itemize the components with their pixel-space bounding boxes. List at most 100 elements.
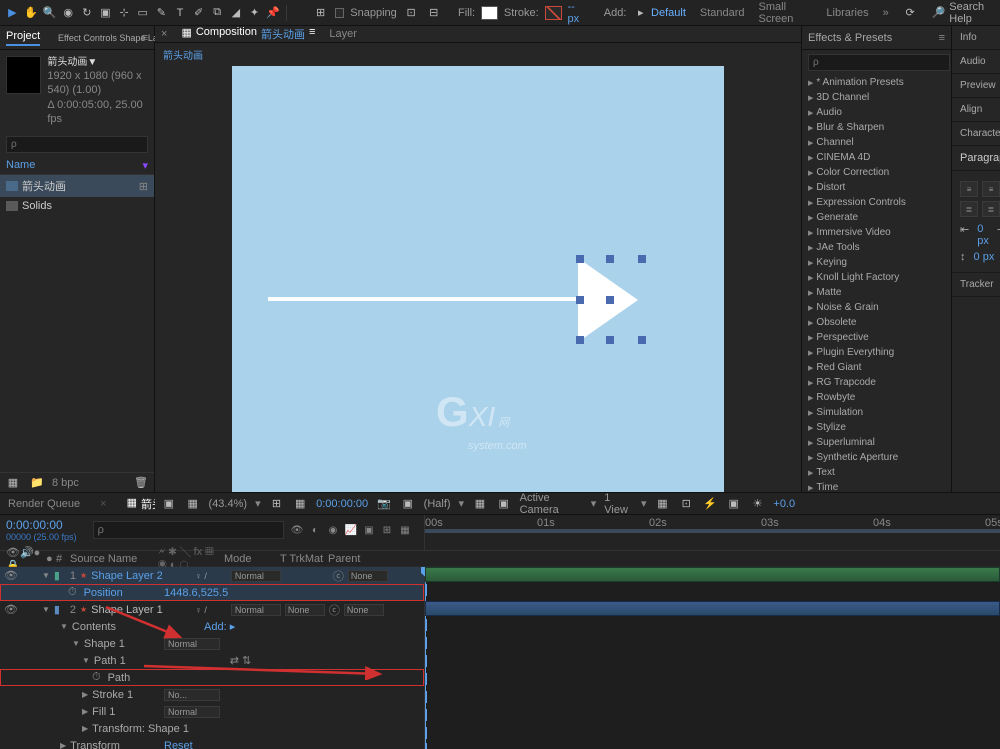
parent-select[interactable]: None bbox=[348, 570, 388, 582]
project-item-folder[interactable]: Solids bbox=[0, 197, 154, 215]
section-character[interactable]: Character bbox=[952, 122, 1000, 146]
clone-tool-icon[interactable]: ⧉ bbox=[209, 4, 226, 22]
view-value[interactable]: 1 View bbox=[604, 492, 633, 516]
add-button[interactable]: Add: ▸ bbox=[204, 620, 235, 633]
timecode-value[interactable]: 0:00:00:00 bbox=[316, 498, 368, 510]
twirl-icon[interactable]: ▶ bbox=[60, 741, 66, 749]
stopwatch-icon[interactable]: ⏱ bbox=[92, 671, 101, 684]
effect-category[interactable]: ▶Noise & Grain bbox=[802, 300, 951, 315]
graph-icon[interactable]: 📈 bbox=[344, 523, 358, 537]
zoom-tool-icon[interactable]: 🔍 bbox=[41, 4, 58, 22]
justify-center-icon[interactable]: ≣ bbox=[960, 201, 978, 217]
effect-category[interactable]: ▶Red Giant bbox=[802, 360, 951, 375]
section-info[interactable]: Info bbox=[952, 26, 1000, 50]
workspace-default[interactable]: Default bbox=[651, 7, 686, 19]
track-keyframe[interactable] bbox=[425, 673, 427, 685]
rotate-tool-icon[interactable]: ↻ bbox=[79, 4, 96, 22]
section-paragraph[interactable]: Paragraph ≡ bbox=[952, 146, 1000, 171]
effect-category[interactable]: ▶Superluminal bbox=[802, 435, 951, 450]
snap-opt2-icon[interactable]: ⊟ bbox=[425, 4, 442, 22]
effect-category[interactable]: ▶Expression Controls bbox=[802, 195, 951, 210]
switch-icon[interactable]: ⊞ bbox=[380, 523, 394, 537]
effect-category[interactable]: ▶JAe Tools bbox=[802, 240, 951, 255]
mode-select[interactable]: Normal bbox=[231, 604, 281, 616]
effects-search-input[interactable] bbox=[808, 54, 950, 71]
track-bar-2[interactable] bbox=[425, 601, 1000, 616]
layer-row-1[interactable]: 👁 ▼ ▮ 1 ★ Shape Layer 2 ♀ / Normal ⓒ Non… bbox=[0, 567, 424, 584]
chan-icon[interactable]: ▣ bbox=[726, 495, 742, 513]
col-sort-icon[interactable]: ▾ bbox=[142, 159, 148, 172]
effect-category[interactable]: ▶Matte bbox=[802, 285, 951, 300]
twirl-icon[interactable]: ▼ bbox=[42, 605, 50, 614]
effect-category[interactable]: ▶Text bbox=[802, 465, 951, 480]
effect-category[interactable]: ▶Knoll Light Factory bbox=[802, 270, 951, 285]
shape-tool-icon[interactable]: ▭ bbox=[134, 4, 151, 22]
roi-icon[interactable]: ▦ bbox=[472, 495, 488, 513]
effect-category[interactable]: ▶Keying bbox=[802, 255, 951, 270]
track-keyframe[interactable] bbox=[425, 691, 427, 703]
effect-category[interactable]: ▶Rowbyte bbox=[802, 390, 951, 405]
twirl-icon[interactable]: ▼ bbox=[72, 639, 80, 648]
effect-category[interactable]: ▶Time bbox=[802, 480, 951, 492]
prop-transform-shape[interactable]: ▶ Transform: Shape 1 bbox=[0, 720, 424, 737]
grid-icon[interactable]: ▦ bbox=[292, 495, 308, 513]
res-icon[interactable]: ⊞ bbox=[269, 495, 285, 513]
workspace-libraries[interactable]: Libraries bbox=[826, 7, 868, 19]
section-audio[interactable]: Audio bbox=[952, 50, 1000, 74]
indent-left-val[interactable]: 0 px bbox=[977, 223, 989, 247]
workspace-more-icon[interactable]: » bbox=[883, 7, 889, 19]
section-align[interactable]: Align bbox=[952, 98, 1000, 122]
handle-tr[interactable] bbox=[638, 255, 646, 263]
viewport[interactable]: GXI 网 system.com bbox=[155, 66, 801, 492]
parent-select[interactable]: None bbox=[344, 604, 384, 616]
snapping-checkbox[interactable] bbox=[335, 8, 344, 18]
prop-path1[interactable]: ▼ Path 1 ⇄ ⇅ bbox=[0, 652, 424, 669]
handle-br[interactable] bbox=[638, 336, 646, 344]
show-snap-icon[interactable]: ▣ bbox=[400, 495, 416, 513]
mode-icon[interactable]: ▦ bbox=[398, 523, 412, 537]
track-bar-1[interactable] bbox=[425, 567, 1000, 582]
effect-category[interactable]: ▶Distort bbox=[802, 180, 951, 195]
comp-breadcrumb[interactable]: 箭头动画 bbox=[155, 43, 801, 66]
handle-tc[interactable] bbox=[606, 255, 614, 263]
add-chevron-icon[interactable]: ▸ bbox=[632, 4, 649, 22]
prop-contents[interactable]: ▼ Contents Add: ▸ bbox=[0, 618, 424, 635]
roto-tool-icon[interactable]: ✦ bbox=[246, 4, 263, 22]
twirl-icon[interactable]: ▼ bbox=[82, 656, 90, 665]
interp-icon[interactable]: ▦ bbox=[4, 474, 22, 492]
effect-category[interactable]: ▶Channel bbox=[802, 135, 951, 150]
project-search-input[interactable] bbox=[6, 136, 148, 153]
project-item-comp[interactable]: 箭头动画 ⊞ bbox=[0, 175, 154, 197]
effect-category[interactable]: ▶Perspective bbox=[802, 330, 951, 345]
track-keyframe[interactable] bbox=[425, 709, 427, 721]
bpc-label[interactable]: 8 bpc bbox=[52, 477, 79, 489]
effects-menu-icon[interactable]: ≡ bbox=[939, 32, 945, 44]
handle-ml[interactable] bbox=[576, 296, 584, 304]
track-keyframe[interactable] bbox=[425, 727, 427, 739]
layer-name[interactable]: Shape Layer 2 bbox=[91, 570, 191, 582]
sync-icon[interactable]: ⟳ bbox=[903, 4, 918, 22]
twirl-icon[interactable]: ▼ bbox=[60, 622, 68, 631]
reset-exp-icon[interactable]: ☀ bbox=[750, 495, 766, 513]
arrow-shaft[interactable] bbox=[268, 297, 578, 301]
puppet-tool-icon[interactable]: 📌 bbox=[265, 4, 282, 22]
align-left-icon[interactable]: ≡ bbox=[960, 181, 978, 197]
comp-tab-close-icon[interactable]: × bbox=[161, 28, 167, 40]
flowchart-icon[interactable]: ⊞ bbox=[139, 180, 148, 193]
mask-toggle-icon[interactable]: ▣ bbox=[161, 495, 177, 513]
pixel-ar-icon[interactable]: ⊡ bbox=[678, 495, 694, 513]
prop-path[interactable]: ⏱ Path bbox=[0, 669, 424, 686]
twirl-icon[interactable]: ▼ bbox=[42, 571, 50, 580]
stroke-mode[interactable]: No... bbox=[164, 689, 220, 701]
effect-category[interactable]: ▶Color Correction bbox=[802, 165, 951, 180]
twirl-icon[interactable]: ▶ bbox=[82, 690, 88, 699]
indent-left-icon[interactable]: ⇤ bbox=[960, 223, 969, 247]
track-keyframe[interactable] bbox=[425, 637, 427, 649]
trkmat-select[interactable]: None bbox=[285, 604, 325, 616]
hand-tool-icon[interactable]: ✋ bbox=[23, 4, 40, 22]
layer-row-2[interactable]: 👁 ▼ ▮ 2 ★ Shape Layer 1 ♀ / Normal None … bbox=[0, 601, 424, 618]
effect-category[interactable]: ▶Synthetic Aperture bbox=[802, 450, 951, 465]
prop-position[interactable]: ⏱ Position 1448.6,525.5 bbox=[0, 584, 424, 601]
effect-category[interactable]: ▶Immersive Video bbox=[802, 225, 951, 240]
snapshot-icon[interactable]: 📷 bbox=[376, 495, 392, 513]
